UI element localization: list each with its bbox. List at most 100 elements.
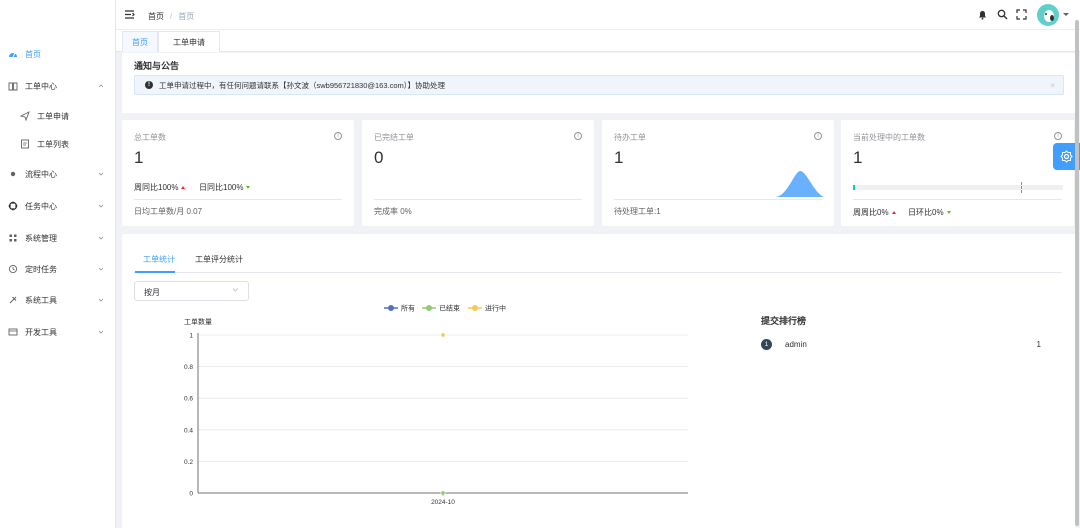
breadcrumb-item[interactable]: 首页 [148, 12, 164, 21]
day-trend-text: 日同比100% [199, 183, 244, 192]
info-circle-icon[interactable]: i [814, 132, 822, 140]
sidebar-item-scheduled[interactable]: 定时任务 [0, 257, 116, 281]
triangle-up-icon [181, 186, 186, 190]
hamburger-icon[interactable] [124, 9, 135, 20]
x-tick-label-0: 2024-10 [431, 499, 455, 506]
y-tick-label-2: 0.4 [184, 427, 193, 434]
scrollbar[interactable] [1075, 20, 1079, 526]
fullscreen-icon[interactable] [1016, 9, 1027, 20]
sidebar-item-label: 定时任务 [25, 264, 57, 274]
card-footer: 日均工单数/月 0.07 [134, 207, 203, 216]
rank-name: admin [785, 340, 807, 349]
card-current-tickets: 当前处理中的工单数 i 1 周周比0% 日环比0% [841, 120, 1074, 226]
progress-target-marker [1021, 182, 1022, 193]
breadcrumb: 首页 / 首页 [148, 11, 194, 22]
day-trend-text: 日环比0% [908, 208, 944, 217]
card-value: 1 [853, 148, 863, 167]
dashboard-icon [8, 49, 18, 59]
card-divider [134, 199, 342, 200]
y-tick-label-3: 0.6 [184, 396, 193, 403]
breadcrumb-current: 首页 [178, 12, 195, 21]
period-select[interactable]: 按月 [134, 281, 249, 301]
notice-alert: ! 工单申请过程中，有任何问题请联系【孙文波（swb956721830@163.… [134, 75, 1064, 95]
sidebar-item-system-tools[interactable]: 系统工具 [0, 288, 116, 312]
legend-label-1: 已结束 [439, 304, 460, 313]
y-axis-label: 工单数量 [184, 317, 212, 326]
breadcrumb-separator: / [170, 12, 173, 21]
sidebar-item-label: 系统管理 [25, 233, 57, 243]
progress-bar [853, 182, 1063, 193]
card-value: 1 [134, 148, 144, 167]
chevron-down-icon [98, 296, 104, 305]
tab-active-ink [135, 271, 175, 273]
target-icon [8, 201, 18, 211]
list-icon [20, 139, 30, 149]
grid-icon [8, 233, 18, 243]
sidebar-item-ticket-center[interactable]: 工单中心 [0, 74, 116, 98]
chevron-down-icon [98, 234, 104, 243]
sidebar-item-home[interactable]: 首页 [0, 42, 116, 66]
progress-fill [853, 185, 856, 190]
sidebar-item-flow-center[interactable]: 流程中心 [0, 162, 116, 186]
point-2-0 [440, 332, 446, 338]
close-icon[interactable]: × [1050, 81, 1055, 90]
card-title: 已完结工单 [374, 133, 414, 142]
avatar[interactable] [1037, 4, 1059, 26]
tag-home[interactable]: 首页 [122, 31, 158, 52]
sidebar-item-dev-tools[interactable]: 开发工具 [0, 320, 116, 344]
tool-icon [8, 295, 18, 305]
card-divider [614, 199, 822, 200]
search-icon[interactable] [997, 9, 1008, 20]
y-tick-label-0: 0 [189, 491, 193, 498]
card-finished-tickets: 已完结工单 i 0 完成率 0% [362, 120, 594, 226]
info-icon: ! [145, 81, 153, 89]
notice-panel: 通知与公告 ! 工单申请过程中，有任何问题请联系【孙文波（swb95672183… [122, 53, 1076, 113]
card-divider [853, 199, 1062, 200]
tab-rating-stats[interactable]: 工单评分统计 [195, 254, 243, 265]
bell-icon[interactable] [977, 9, 988, 20]
info-circle-icon[interactable]: i [1054, 132, 1062, 140]
legend-label-0: 所有 [401, 304, 415, 313]
y-tick-label-1: 0.2 [184, 459, 193, 466]
sidebar-item-label: 流程中心 [25, 169, 57, 179]
point-1-0 [440, 490, 446, 496]
statistics-panel: 工单统计 工单评分统计 按月 所有 已结束 进行中工单数量 0 0.2 0.4 0.6 0.8… [122, 234, 1076, 528]
info-circle-icon[interactable]: i [334, 132, 342, 140]
legend-marker-2 [472, 305, 478, 311]
sidebar-item-label: 工单中心 [25, 81, 57, 91]
legend-label-2: 进行中 [485, 304, 506, 313]
mini-area-chart [776, 170, 824, 197]
week-trend: 周周比0% [853, 207, 896, 218]
sidebar-item-system[interactable]: 系统管理 [0, 226, 116, 250]
week-trend: 周同比100% [134, 182, 186, 193]
info-circle-icon[interactable]: i [574, 132, 582, 140]
chevron-down-icon [98, 328, 104, 337]
card-value: 0 [374, 148, 384, 167]
card-title: 当前处理中的工单数 [853, 133, 925, 142]
day-trend: 日环比0% [908, 207, 951, 218]
tab-ticket-stats[interactable]: 工单统计 [143, 254, 175, 265]
clock-icon [8, 264, 18, 274]
y-tick-label-5: 1 [189, 333, 193, 340]
rank-title: 提交排行榜 [761, 316, 807, 326]
sidebar-item-label: 工单列表 [37, 139, 69, 149]
chevron-down-icon [232, 286, 239, 295]
sidebar: 首页 工单中心 工单申请 工单列表 流程中心 任务中心 系统管理 定时任务 系统… [0, 0, 116, 528]
dot-icon [8, 169, 18, 179]
sidebar-item-label: 系统工具 [25, 295, 57, 305]
tag-ticket-apply[interactable]: 工单申请 [158, 31, 220, 52]
sidebar-item-task-center[interactable]: 任务中心 [0, 194, 116, 218]
gear-icon [1060, 150, 1073, 163]
sidebar-item-ticket-list[interactable]: 工单列表 [0, 132, 116, 156]
y-tick-label-4: 0.8 [184, 364, 193, 371]
card-title: 总工单数 [134, 133, 166, 142]
sidebar-item-label: 开发工具 [25, 327, 57, 337]
week-trend-text: 周周比0% [853, 208, 889, 217]
caret-down-icon[interactable] [1063, 13, 1069, 16]
triangle-down-icon [246, 186, 251, 190]
sidebar-item-ticket-apply[interactable]: 工单申请 [0, 104, 116, 128]
rank-value: 1 [1036, 340, 1041, 349]
sidebar-item-label: 首页 [25, 49, 41, 59]
rank-row: 1 admin 1 [761, 338, 1041, 352]
sidebar-item-label: 任务中心 [25, 201, 57, 211]
